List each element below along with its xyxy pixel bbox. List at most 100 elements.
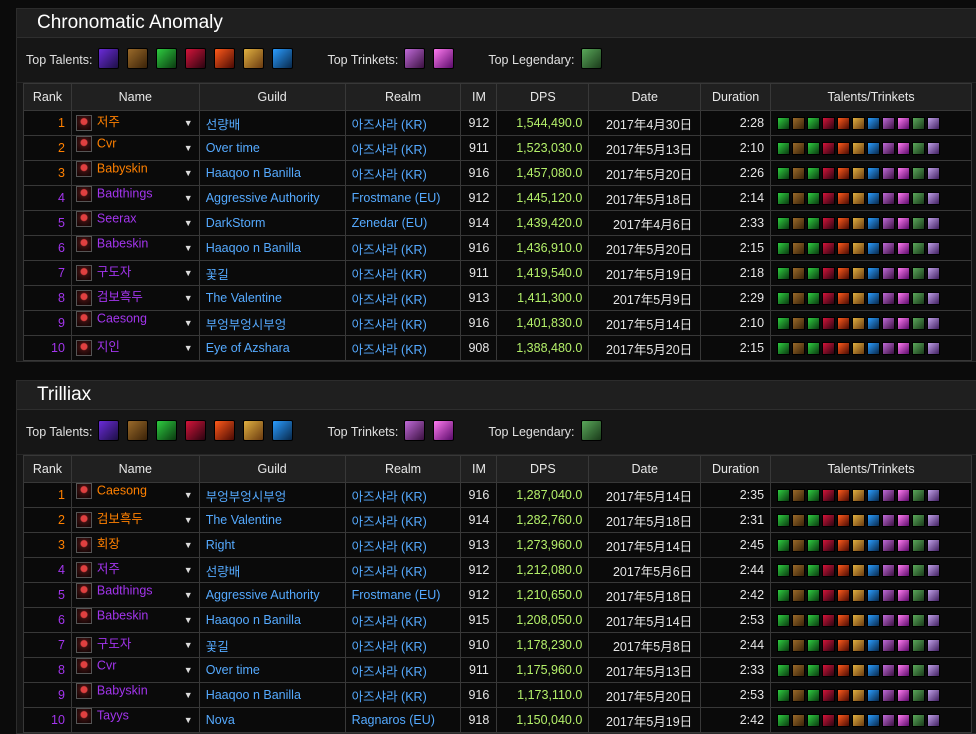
table-row[interactable]: 7 구도자 ▼ 꽃길 아즈샤라 (KR) 910 1,178,230.0 2017年5月8日 2… <box>23 632 972 658</box>
realm-link[interactable]: 아즈샤라 (KR) <box>344 135 462 161</box>
talent-trinket-icon[interactable] <box>882 292 896 306</box>
name-cell[interactable]: Seerax ▼ <box>70 210 200 236</box>
talent-trinket-icon[interactable] <box>807 514 821 528</box>
talent-trinket-icon[interactable] <box>867 539 881 553</box>
talent-trinket-icon[interactable] <box>807 317 821 331</box>
name-cell[interactable]: Babyskin ▼ <box>70 682 200 708</box>
column-header-duration[interactable]: Duration <box>700 455 772 483</box>
column-header-dps[interactable]: DPS <box>496 455 590 483</box>
talent-trinket-icon[interactable] <box>927 142 941 156</box>
guild-link[interactable]: Haaqoo n Banilla <box>198 607 346 633</box>
talent-trinket-icon[interactable] <box>777 217 791 231</box>
guild-link[interactable]: Haaqoo n Banilla <box>198 682 346 708</box>
name-cell[interactable]: Tayys ▼ <box>70 707 200 733</box>
talent-trinket-icon[interactable] <box>867 192 881 206</box>
talent-trinket-icon[interactable] <box>912 117 926 131</box>
realm-link[interactable]: 아즈샤라 (KR) <box>344 260 462 286</box>
talent-trinket-icon[interactable] <box>912 317 926 331</box>
talent-trinket-icon[interactable] <box>867 614 881 628</box>
player-name[interactable]: 저주 <box>97 562 120 576</box>
column-header-duration[interactable]: Duration <box>700 83 772 111</box>
talent-trinket-icon[interactable] <box>897 242 911 256</box>
talent-trinket-icon[interactable] <box>777 342 791 356</box>
column-header-im[interactable]: IM <box>460 455 498 483</box>
talent-trinket-icon[interactable] <box>837 589 851 603</box>
table-row[interactable]: 5 Badthings ▼ Aggressive Authority Frostmane… <box>23 582 972 608</box>
chevron-down-icon[interactable]: ▼ <box>184 533 193 557</box>
talent-trinket-icon[interactable] <box>897 714 911 728</box>
talent-trinket-icon[interactable] <box>777 664 791 678</box>
talent-trinket-icon[interactable] <box>792 614 806 628</box>
talent-trinket-icon[interactable] <box>807 489 821 503</box>
talent-trinket-icon[interactable] <box>927 317 941 331</box>
player-name[interactable]: 지인 <box>97 340 120 354</box>
talent-trinket-icon[interactable] <box>882 142 896 156</box>
name-cell[interactable]: Babyskin ▼ <box>70 160 200 186</box>
pink-flame-trinket-icon[interactable] <box>433 48 455 69</box>
talent-trinket-icon[interactable] <box>912 192 926 206</box>
talent-trinket-icon[interactable] <box>807 192 821 206</box>
talent-trinket-icon[interactable] <box>792 489 806 503</box>
talent-trinket-icon[interactable] <box>867 514 881 528</box>
talent-trinket-icon[interactable] <box>792 242 806 256</box>
talent-trinket-icon[interactable] <box>867 489 881 503</box>
talent-trinket-icon[interactable] <box>897 664 911 678</box>
player-name[interactable]: Babeskin <box>97 608 148 622</box>
talent-trinket-icon[interactable] <box>837 614 851 628</box>
talent-trinket-icon[interactable] <box>792 564 806 578</box>
talent-trinket-icon[interactable] <box>822 142 836 156</box>
talent-trinket-icon[interactable] <box>852 117 866 131</box>
talent-trinket-icon[interactable] <box>852 292 866 306</box>
talent-trinket-icon[interactable] <box>897 167 911 181</box>
chevron-down-icon[interactable]: ▼ <box>184 311 193 335</box>
talent-trinket-icon[interactable] <box>897 317 911 331</box>
column-header-guild[interactable]: Guild <box>198 455 346 483</box>
talent-trinket-icon[interactable] <box>792 342 806 356</box>
talent-trinket-icon[interactable] <box>822 664 836 678</box>
realm-link[interactable]: 아즈샤라 (KR) <box>344 632 462 658</box>
talent-trinket-icon[interactable] <box>927 614 941 628</box>
talent-trinket-icon[interactable] <box>837 342 851 356</box>
talent-trinket-icon[interactable] <box>822 564 836 578</box>
talent-trinket-icon[interactable] <box>912 217 926 231</box>
name-cell[interactable]: Badthings ▼ <box>70 582 200 608</box>
talent-trinket-icon[interactable] <box>867 639 881 653</box>
guild-link[interactable]: Haaqoo n Banilla <box>198 235 346 261</box>
guild-link[interactable]: 부엉부엉시부엉 <box>198 310 346 336</box>
chevron-down-icon[interactable]: ▼ <box>184 211 193 235</box>
talent-trinket-icon[interactable] <box>807 217 821 231</box>
talent-trinket-icon[interactable] <box>927 664 941 678</box>
talent-trinket-icon[interactable] <box>792 714 806 728</box>
talent-trinket-icon[interactable] <box>852 142 866 156</box>
talent-trinket-icon[interactable] <box>897 514 911 528</box>
chevron-down-icon[interactable]: ▼ <box>184 483 193 507</box>
green-orb-legendary-icon[interactable] <box>580 48 602 69</box>
talent-trinket-icon[interactable] <box>882 242 896 256</box>
talent-trinket-icon[interactable] <box>837 142 851 156</box>
talent-trinket-icon[interactable] <box>912 539 926 553</box>
talent-trinket-icon[interactable] <box>882 639 896 653</box>
table-row[interactable]: 9 Caesong ▼ 부엉부엉시부엉 아즈샤라 (KR) 916 1,401,830.0 2… <box>23 310 972 336</box>
arcane-swirl-talent-icon[interactable] <box>272 48 294 69</box>
talent-trinket-icon[interactable] <box>822 689 836 703</box>
talent-trinket-icon[interactable] <box>792 539 806 553</box>
talent-trinket-icon[interactable] <box>912 292 926 306</box>
talent-trinket-icon[interactable] <box>927 489 941 503</box>
talent-trinket-icon[interactable] <box>882 117 896 131</box>
talent-trinket-icon[interactable] <box>792 292 806 306</box>
table-row[interactable]: 6 Babeskin ▼ Haaqoo n Banilla 아즈샤라 (KR) 916 1,… <box>23 235 972 261</box>
player-name[interactable]: Badthings <box>97 583 153 597</box>
talent-trinket-icon[interactable] <box>807 639 821 653</box>
player-name[interactable]: Babyskin <box>97 161 148 175</box>
talent-trinket-icon[interactable] <box>777 317 791 331</box>
guild-link[interactable]: 선량배 <box>198 110 346 136</box>
guild-link[interactable]: 꽃길 <box>198 632 346 658</box>
talent-trinket-icon[interactable] <box>792 167 806 181</box>
talent-trinket-icon[interactable] <box>867 689 881 703</box>
realm-link[interactable]: Zenedar (EU) <box>344 210 462 236</box>
talent-trinket-icon[interactable] <box>807 142 821 156</box>
name-cell[interactable]: Babeskin ▼ <box>70 607 200 633</box>
talent-trinket-icon[interactable] <box>807 342 821 356</box>
talent-trinket-icon[interactable] <box>912 142 926 156</box>
talent-trinket-icon[interactable] <box>837 639 851 653</box>
